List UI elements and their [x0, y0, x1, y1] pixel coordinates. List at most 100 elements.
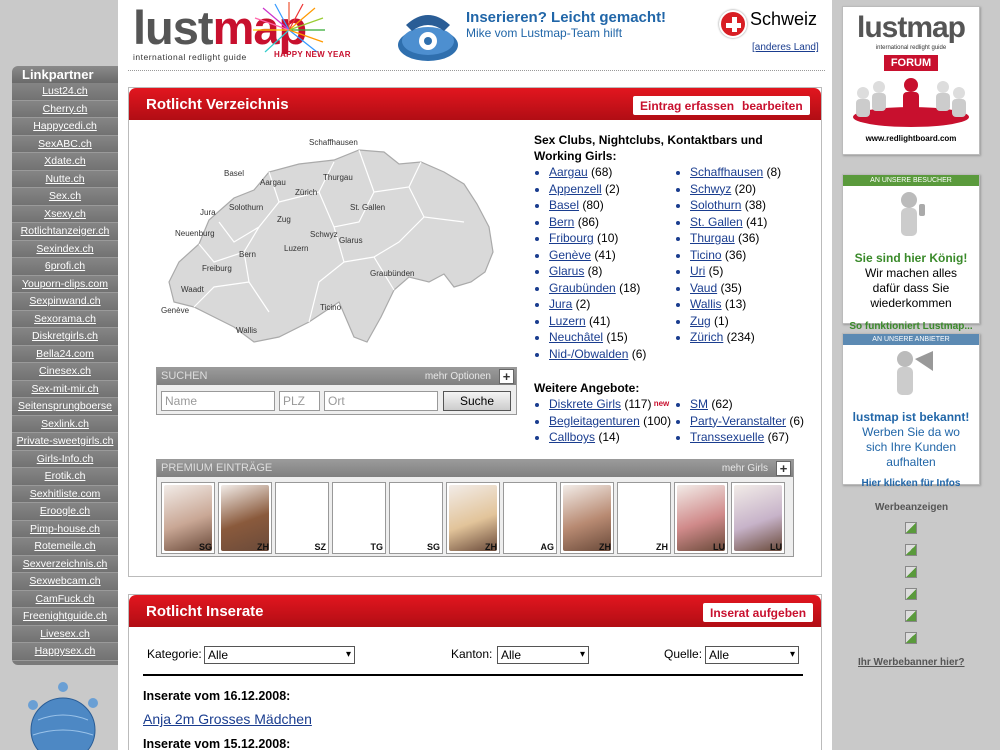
- map-label-aargau[interactable]: Aargau: [260, 178, 286, 187]
- linkpartner-link[interactable]: Sex.ch: [12, 188, 118, 206]
- linkpartner-link[interactable]: Girls-Info.ch: [12, 450, 118, 468]
- kanton-link[interactable]: Zürich: [690, 330, 723, 344]
- search-more-options[interactable]: mehr Optionen: [425, 368, 491, 385]
- linkpartner-link[interactable]: Sexhitliste.com: [12, 485, 118, 503]
- linkpartner-link[interactable]: Sexlink.ch: [12, 415, 118, 433]
- map-label-basel[interactable]: Basel: [224, 169, 244, 178]
- provider-link[interactable]: Hier klicken für Infos: [843, 478, 979, 490]
- premium-more-link[interactable]: mehr Girls: [722, 460, 768, 477]
- add-inserat-button[interactable]: Inserat aufgeben: [703, 603, 814, 622]
- search-button[interactable]: Suche: [443, 391, 511, 411]
- map-label-wallis[interactable]: Wallis: [236, 326, 257, 335]
- premium-thumbnail[interactable]: AG: [503, 482, 557, 554]
- linkpartner-link[interactable]: Happycedi.ch: [12, 118, 118, 136]
- linkpartner-link[interactable]: CamFuck.ch: [12, 590, 118, 608]
- linkpartner-link[interactable]: Happysex.ch: [12, 643, 118, 661]
- kanton-link[interactable]: Solothurn: [690, 198, 741, 212]
- premium-thumbnail[interactable]: ZH: [218, 482, 272, 554]
- kanton-link[interactable]: Vaud: [690, 281, 717, 295]
- linkpartner-link[interactable]: Eroogle.ch: [12, 503, 118, 521]
- add-entry-button[interactable]: Eintrag erfassen: [633, 96, 742, 115]
- linkpartner-link[interactable]: Sexverzeichnis.ch: [12, 555, 118, 573]
- linkpartner-link[interactable]: Private-sweetgirls.ch: [12, 433, 118, 451]
- ad-image-icon[interactable]: [905, 588, 917, 600]
- map-label-neuenburg[interactable]: Neuenburg: [175, 229, 215, 238]
- map-label-waadt[interactable]: Waadt: [181, 285, 205, 294]
- kanton-link[interactable]: Ticino: [690, 248, 722, 262]
- provider-banner[interactable]: AN UNSERE ANBIETER lustmap ist bekannt! …: [842, 333, 980, 489]
- premium-thumbnail[interactable]: LU: [674, 482, 728, 554]
- search-name-input[interactable]: Name: [161, 391, 275, 411]
- map-label-genève[interactable]: Genève: [161, 306, 190, 315]
- linkpartner-link[interactable]: Bella24.com: [12, 345, 118, 363]
- ad-image-icon[interactable]: [905, 566, 917, 578]
- linkpartner-link[interactable]: Sexorama.ch: [12, 310, 118, 328]
- kanton-link[interactable]: Thurgau: [690, 231, 735, 245]
- offer-link[interactable]: Transsexuelle: [690, 430, 764, 444]
- map-label-thurgau[interactable]: Thurgau: [323, 173, 353, 182]
- ad-image-icon[interactable]: [905, 632, 917, 644]
- offer-link[interactable]: Party-Veranstalter: [690, 414, 786, 428]
- linkpartner-link[interactable]: Sex-mit-mir.ch: [12, 380, 118, 398]
- map-label-luzern[interactable]: Luzern: [284, 244, 308, 253]
- offer-link[interactable]: SM: [690, 397, 708, 411]
- offer-link[interactable]: Callboys: [549, 430, 595, 444]
- kanton-link[interactable]: St. Gallen: [690, 215, 743, 229]
- inserat-link[interactable]: Anja 2m Grosses Mädchen: [143, 711, 312, 727]
- change-country-link[interactable]: [anderes Land]: [752, 42, 819, 53]
- linkpartner-link[interactable]: Rotemeile.ch: [12, 538, 118, 556]
- linkpartner-link[interactable]: Cherry.ch: [12, 100, 118, 118]
- map-label-schwyz[interactable]: Schwyz: [310, 230, 338, 239]
- linkpartner-link[interactable]: Freenightguide.ch: [12, 608, 118, 626]
- premium-thumbnail[interactable]: TG: [332, 482, 386, 554]
- linkpartner-link[interactable]: Diskretgirls.ch: [12, 328, 118, 346]
- map-label-graubünden[interactable]: Graubünden: [370, 269, 414, 278]
- map-label-solothurn[interactable]: Solothurn: [229, 203, 263, 212]
- switzerland-map[interactable]: Schaffhausen Basel Thurgau Aargau Zürich Jura…: [159, 132, 499, 347]
- offer-link[interactable]: Diskrete Girls: [549, 397, 621, 411]
- map-label-schaffhausen[interactable]: Schaffhausen: [309, 138, 358, 147]
- quelle-select[interactable]: Alle: [705, 646, 799, 664]
- premium-thumbnail[interactable]: ZH: [560, 482, 614, 554]
- kanton-link[interactable]: Schaffhausen: [690, 165, 763, 179]
- map-label-ticino[interactable]: Ticino: [320, 303, 342, 312]
- search-ort-input[interactable]: Ort: [324, 391, 438, 411]
- linkpartner-link[interactable]: Cinesex.ch: [12, 363, 118, 381]
- linkpartner-link[interactable]: 6profi.ch: [12, 258, 118, 276]
- kanton-link[interactable]: Fribourg: [549, 231, 594, 245]
- kanton-link[interactable]: Zug: [690, 314, 711, 328]
- kanton-link[interactable]: Appenzell: [549, 182, 602, 196]
- kanton-link[interactable]: Wallis: [690, 297, 722, 311]
- linkpartner-link[interactable]: Xdate.ch: [12, 153, 118, 171]
- map-label-freiburg[interactable]: Freiburg: [202, 264, 232, 273]
- linkpartner-link[interactable]: Rotlichtanzeiger.ch: [12, 223, 118, 241]
- ad-image-icon[interactable]: [905, 544, 917, 556]
- premium-expand-button[interactable]: +: [776, 461, 791, 476]
- offer-link[interactable]: Begleitagenturen: [549, 414, 640, 428]
- kanton-link[interactable]: Schwyz: [690, 182, 731, 196]
- map-label-zug[interactable]: Zug: [277, 215, 291, 224]
- premium-thumbnail[interactable]: LU: [731, 482, 785, 554]
- forum-banner[interactable]: lustmap international redlight guide FOR…: [842, 6, 980, 155]
- kanton-link[interactable]: Luzern: [549, 314, 586, 328]
- search-plz-input[interactable]: PLZ: [279, 391, 320, 411]
- kanton-link[interactable]: Graubünden: [549, 281, 616, 295]
- premium-thumbnail[interactable]: SG: [161, 482, 215, 554]
- premium-thumbnail[interactable]: ZH: [617, 482, 671, 554]
- edit-button[interactable]: bearbeiten: [735, 96, 810, 115]
- linkpartner-link[interactable]: Sexwebcam.ch: [12, 573, 118, 591]
- linkpartner-link[interactable]: SexABC.ch: [12, 135, 118, 153]
- kanton-link[interactable]: Glarus: [549, 264, 584, 278]
- ad-image-icon[interactable]: [905, 610, 917, 622]
- linkpartner-link[interactable]: Erotik.ch: [12, 468, 118, 486]
- premium-thumbnail[interactable]: ZH: [446, 482, 500, 554]
- phone-icon[interactable]: [396, 5, 460, 63]
- visitors-banner[interactable]: AN UNSERE BESUCHER Sie sind hier König! …: [842, 174, 980, 332]
- premium-thumbnail[interactable]: SZ: [275, 482, 329, 554]
- kanton-link[interactable]: Aargau: [549, 165, 588, 179]
- kanton-select[interactable]: Alle: [497, 646, 589, 664]
- linkpartner-link[interactable]: Seitensprungboerse: [12, 398, 118, 416]
- search-expand-button[interactable]: +: [499, 369, 514, 384]
- kanton-link[interactable]: Genève: [549, 248, 591, 262]
- kanton-link[interactable]: Nid-/Obwalden: [549, 347, 628, 361]
